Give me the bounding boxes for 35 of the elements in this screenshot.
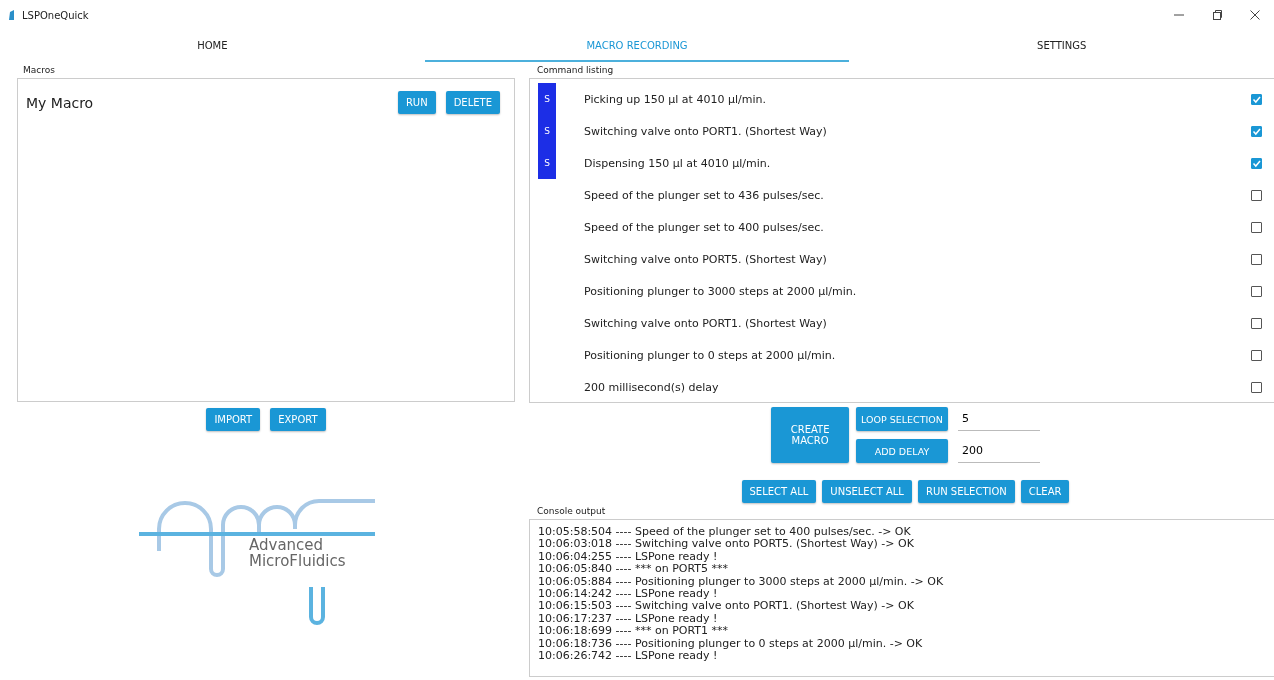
console-line: 10:06:04:255 ---- LSPone ready ! [538, 550, 719, 564]
status-marker: S [538, 147, 556, 179]
console-line: 10:06:03:018 ---- Switching valve onto PORT5. (Shortest Way) -> OK [538, 538, 915, 551]
command-text[interactable]: Speed of the plunger set to 400 pulses/sec. [584, 220, 1251, 234]
console-line: 10:05:58:504 ---- Speed of the plunger set to 400 pulses/sec. -> OK [538, 526, 912, 539]
loop-count-field[interactable]: 5 [957, 407, 1040, 431]
console-line: 10:06:26:742 ---- LSPone ready ! [538, 650, 719, 663]
section-label: Macros [22, 64, 56, 77]
console-line: 10:06:17:237 ---- LSPone ready ! [538, 612, 719, 626]
command-text[interactable]: Dispensing 150 µl at 4010 µl/min. [584, 156, 1251, 170]
command-text[interactable]: Switching valve onto PORT1. (Shortest Way) [584, 316, 1251, 330]
command-text[interactable]: Switching valve onto PORT1. (Shortest Way) [584, 124, 1251, 138]
command-text[interactable]: Speed of the plunger set to 436 pulses/sec. [584, 188, 1251, 202]
status-marker: S [538, 115, 556, 147]
console-line: 10:06:14:242 ---- LSPone ready ! [538, 588, 719, 601]
command-text[interactable]: 200 millisecond(s) delay [584, 380, 1251, 394]
tab[interactable]: SETTINGS [849, 30, 1274, 62]
command-text[interactable]: Positioning plunger to 3000 steps at 2000 µl/min. [584, 284, 1251, 298]
command-text[interactable]: Switching valve onto PORT5. (Shortest Way) [584, 252, 1251, 266]
section-label: Command listing [536, 64, 615, 77]
console-line: 10:06:05:884 ---- Positioning plunger to 3000 steps at 2000 µl/min. -> OK [538, 575, 945, 589]
console-line: 10:06:15:503 ---- Switching valve onto PORT1. (Shortest Way) -> OK [538, 600, 915, 613]
logo-text: Advanced [249, 537, 325, 553]
console-line: 10:06:18:699 ---- *** on PORT1 *** [538, 625, 730, 638]
tab[interactable]: HOME [0, 30, 425, 62]
logo-text: MicroFluidics [249, 553, 346, 569]
section-label: Console output [536, 505, 607, 518]
delay-field[interactable]: 200 [957, 439, 1040, 463]
console-line: 10:06:18:736 ---- Positioning plunger to 0 steps at 2000 µl/min. -> OK [538, 637, 924, 651]
command-text[interactable]: Picking up 150 µl at 4010 µl/min. [584, 92, 1251, 106]
window-title: LSPOneQuick [22, 9, 89, 21]
macro-name[interactable]: My Macro [26, 94, 388, 111]
console-line: 10:06:05:840 ---- *** on PORT5 *** [538, 563, 730, 576]
status-marker: S [538, 83, 556, 115]
command-text[interactable]: Positioning plunger to 0 steps at 2000 µl/min. [584, 348, 1251, 362]
